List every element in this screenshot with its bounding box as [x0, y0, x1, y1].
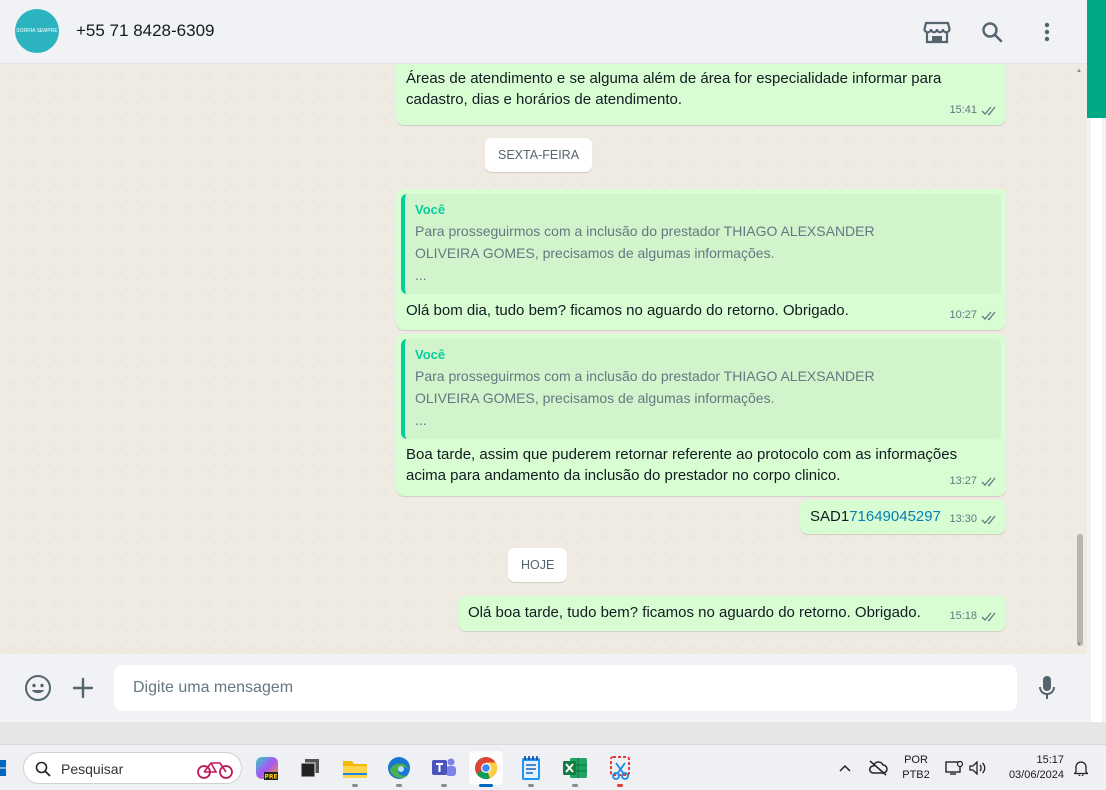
accent-bar	[1087, 0, 1106, 118]
composer-bar	[0, 654, 1087, 722]
quote-text-line: Para prosseguirmos com a inclusão do pre…	[415, 368, 875, 384]
search-icon[interactable]	[977, 17, 1007, 47]
scrollbar-thumb[interactable]	[1077, 534, 1083, 646]
teams-icon[interactable]	[427, 751, 461, 787]
message-time: 10:27	[949, 309, 977, 321]
contact-name[interactable]: +55 71 8428-6309	[76, 21, 215, 41]
network-icon[interactable]	[943, 751, 965, 785]
cloud-offline-icon[interactable]	[863, 751, 893, 785]
bicycle-icon	[197, 762, 233, 779]
keyboard-layout: PTB2	[902, 769, 930, 781]
quote-author: Você	[415, 347, 446, 362]
clock-time: 15:17	[1036, 754, 1064, 766]
double-check-icon	[981, 612, 996, 622]
message-text-prefix: SAD1	[810, 508, 850, 525]
quoted-message[interactable]: Você Para prosseguirmos com a inclusão d…	[401, 339, 1001, 439]
notepad-icon[interactable]	[514, 751, 548, 787]
running-indicator	[352, 784, 358, 787]
message-time: 13:27	[949, 475, 977, 487]
double-check-icon	[981, 311, 996, 321]
running-indicator	[396, 784, 402, 787]
chat-header: SORRIA SEMPRE +55 71 8428-6309	[0, 0, 1087, 64]
date-divider: SEXTA-FEIRA	[485, 138, 593, 172]
task-view-icon[interactable]	[293, 751, 327, 785]
message-time: 13:30	[949, 513, 977, 525]
quote-text-line: ...	[415, 267, 427, 283]
avatar-logo-text: SORRIA SEMPRE	[16, 28, 58, 34]
scroll-up-arrow[interactable]: ▲	[1076, 68, 1082, 74]
quote-author: Você	[415, 202, 446, 217]
active-indicator	[479, 784, 493, 787]
chrome-icon[interactable]	[469, 751, 503, 787]
running-indicator	[572, 784, 578, 787]
chevron-up-icon[interactable]	[830, 751, 860, 785]
double-check-icon	[981, 106, 996, 116]
message-time: 15:18	[949, 610, 977, 622]
emoji-icon[interactable]	[23, 673, 53, 703]
message-bubble[interactable]: Você Para prosseguirmos com a inclusão d…	[396, 334, 1006, 496]
quote-text-line: Para prosseguirmos com a inclusão do pre…	[415, 223, 875, 239]
double-check-icon	[981, 515, 996, 525]
edge-browser-icon[interactable]	[382, 751, 416, 787]
message-meta: 15:18	[949, 606, 998, 627]
svg-text:PRE: PRE	[264, 774, 277, 781]
message-meta: 13:30	[949, 509, 998, 530]
message-meta: 13:27	[949, 471, 998, 492]
message-text: Boa tarde, assim que puderem retornar re…	[406, 446, 958, 484]
message-text: SAD171649045297	[810, 506, 941, 527]
windows-taskbar: Pesquisar PRE POR PTB2 15:17 03/06/2024	[0, 744, 1106, 790]
file-explorer-icon[interactable]	[338, 751, 372, 787]
running-indicator	[441, 784, 447, 787]
message-list[interactable]: ▲ ▼ Áreas de atendimento e se alguma alé…	[0, 64, 1087, 654]
attach-plus-icon[interactable]	[68, 673, 98, 703]
quote-text-line: OLIVEIRA GOMES, precisamos de algumas in…	[415, 245, 775, 261]
scroll-down-arrow[interactable]: ▼	[1076, 642, 1082, 648]
message-time: 15:41	[949, 104, 977, 116]
taskbar-search-label: Pesquisar	[61, 761, 124, 777]
taskbar-clock[interactable]: 15:17 03/06/2024	[998, 753, 1068, 783]
message-text: Olá boa tarde, tudo bem? ficamos no agua…	[468, 604, 921, 621]
quoted-message[interactable]: Você Para prosseguirmos com a inclusão d…	[401, 194, 1001, 294]
message-meta: 15:41	[949, 100, 998, 121]
shop-icon[interactable]	[922, 17, 952, 47]
taskbar-search[interactable]: Pesquisar	[23, 752, 242, 784]
edge-track	[1091, 118, 1102, 722]
message-bubble[interactable]: Olá boa tarde, tudo bem? ficamos no agua…	[458, 596, 1006, 631]
quote-text-line: ...	[415, 412, 427, 428]
snipping-tool-icon[interactable]	[603, 751, 637, 787]
volume-icon[interactable]	[966, 751, 990, 785]
phone-link[interactable]: 71649045297	[849, 508, 941, 525]
window-edge	[1087, 0, 1106, 722]
notification-bell-icon[interactable]	[1068, 751, 1094, 785]
message-bubble[interactable]: Áreas de atendimento e se alguma além de…	[396, 64, 1006, 125]
window-bottom-edge	[0, 722, 1106, 744]
clock-date: 03/06/2024	[1008, 769, 1064, 781]
running-indicator	[528, 784, 534, 787]
menu-icon[interactable]	[1032, 17, 1062, 47]
date-divider: HOJE	[508, 548, 568, 582]
windows-start-icon[interactable]	[0, 751, 10, 785]
message-meta: 10:27	[949, 305, 998, 326]
running-indicator	[617, 784, 623, 787]
double-check-icon	[981, 477, 996, 487]
quote-text-line: OLIVEIRA GOMES, precisamos de algumas in…	[415, 390, 775, 406]
language-code: POR	[904, 754, 928, 766]
input-language-indicator[interactable]: POR PTB2	[897, 753, 935, 783]
contact-avatar[interactable]: SORRIA SEMPRE	[15, 9, 59, 53]
search-icon	[35, 761, 51, 777]
copilot-icon[interactable]: PRE	[250, 751, 284, 785]
message-text: Olá bom dia, tudo bem? ficamos no aguard…	[406, 302, 849, 319]
message-text: Áreas de atendimento e se alguma além de…	[406, 70, 942, 108]
excel-icon[interactable]	[558, 751, 592, 787]
microphone-icon[interactable]	[1032, 673, 1062, 703]
message-input[interactable]	[114, 665, 1017, 711]
message-bubble[interactable]: SAD171649045297 13:30	[800, 500, 1006, 534]
message-bubble[interactable]: Você Para prosseguirmos com a inclusão d…	[396, 189, 1006, 330]
